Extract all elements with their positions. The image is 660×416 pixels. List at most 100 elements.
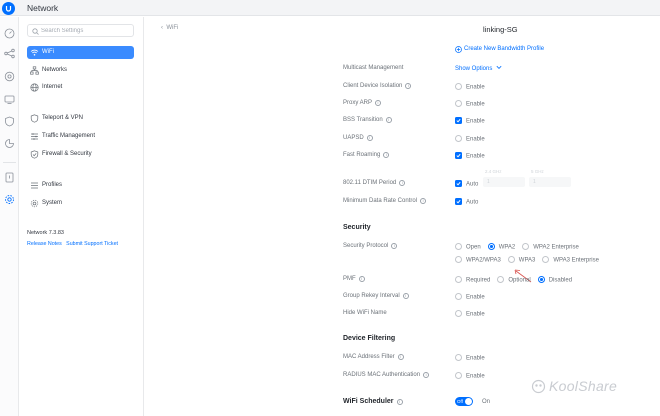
info-icon[interactable]: i [375,100,382,106]
app-rail [0,17,19,416]
release-notes-link[interactable]: Release Notes [27,241,62,247]
sidebar-item-profiles[interactable]: Profiles [27,179,134,192]
security-icon[interactable] [4,116,15,127]
fast-roaming-option[interactable]: Enable [455,152,485,160]
group-rekey-option[interactable]: Enable [455,293,485,301]
bss-transition-value: Enable [466,118,485,125]
submit-support-ticket-link[interactable]: Submit Support Ticket [66,241,118,247]
profiles-icon [31,182,38,189]
koolshare-logo-icon [531,379,546,394]
radio[interactable] [487,243,495,250]
bss-transition-option[interactable]: Enable [455,117,485,125]
sidebar-item-firewall-security[interactable]: Firewall & Security [27,148,134,161]
security-option-wpa2-wpa3[interactable]: WPA2/WPA3 [455,256,501,264]
radius-mac-option[interactable]: Enable [455,372,485,380]
group-rekey-radio[interactable] [455,293,462,300]
clients-icon[interactable] [4,94,15,105]
security-option-wpa2-enterprise[interactable]: WPA2 Enterprise [522,243,579,251]
create-bandwidth-profile-link[interactable]: Create New Bandwidth Profile [455,46,544,53]
topology-icon[interactable] [4,48,15,59]
info-icon[interactable]: i [420,198,427,204]
search-icon [32,28,39,35]
min-data-rate-checkbox[interactable] [455,198,462,205]
radio[interactable] [497,276,505,283]
pmf-option-optional[interactable]: Optional [497,276,531,284]
dtim-auto-checkbox[interactable] [455,180,462,187]
sidebar-item-internet[interactable]: Internet [27,81,134,94]
wifi-scheduler-toggle[interactable]: Off [455,397,473,406]
search-box[interactable] [27,24,134,37]
security-option-wpa3[interactable]: WPA3 [507,256,536,264]
bss-transition-checkbox[interactable] [455,117,462,124]
info-icon[interactable]: i [399,180,406,186]
info-icon[interactable]: i [358,276,365,282]
radio[interactable] [507,256,515,263]
info-icon[interactable]: i [391,243,398,249]
info-icon[interactable]: i [402,293,409,299]
sidebar-item-wifi[interactable]: WiFi [27,46,134,59]
client-isolation-label: Client Device Isolation i [343,83,412,89]
info-icon[interactable]: i [423,372,430,378]
info-icon[interactable]: i [383,152,390,158]
radio[interactable] [455,243,462,250]
hide-wifi-radio[interactable] [455,310,462,317]
radio[interactable] [537,276,545,283]
radio[interactable] [522,243,530,250]
min-data-rate-label: Minimum Data Rate Control i [343,198,427,204]
security-option-wpa3-enterprise[interactable]: WPA3 Enterprise [542,256,599,264]
min-data-rate-option[interactable]: Auto [455,198,478,206]
info-icon[interactable]: i [385,117,392,123]
uapsd-radio[interactable] [455,135,462,142]
proxy-arp-option[interactable]: Enable [455,100,485,108]
breadcrumb[interactable]: ‹ WiFi [161,25,178,31]
pmf-option-disabled[interactable]: Disabled [537,276,572,284]
devices-icon[interactable] [4,71,15,82]
radio[interactable] [542,256,550,263]
proxy-arp-radio[interactable] [455,100,462,107]
wifi-scheduler-text: WiFi Scheduler [343,398,394,405]
radio[interactable] [455,276,462,283]
hide-wifi-option[interactable]: Enable [455,310,485,318]
sidebar-item-traffic-management[interactable]: Traffic Management [27,130,134,143]
dashboard-icon[interactable] [4,28,15,39]
settings-gear-icon[interactable] [4,194,15,205]
breadcrumb-wifi[interactable]: WiFi [166,25,178,31]
dtim-auto-option[interactable]: Auto [455,180,478,188]
pmf-option-required[interactable]: Required [455,276,490,284]
fast-roaming-checkbox[interactable] [455,152,462,159]
fast-roaming-label: Fast Roaming i [343,152,390,158]
wifi-scheduler-state: On [482,399,491,405]
sidebar-item-label: WiFi [42,49,54,55]
client-isolation-option[interactable]: Enable [455,83,485,91]
search-input[interactable] [41,26,131,35]
ubiquiti-logo-icon[interactable] [2,2,15,15]
mac-filter-option[interactable]: Enable [455,354,485,362]
option-label: WPA3 [518,257,536,264]
group-rekey-label: Group Rekey Interval i [343,293,409,299]
mac-filter-label: MAC Address Filter i [343,354,404,360]
option-label: Optional [508,277,531,284]
security-protocol-row2: WPA2/WPA3 WPA3 WPA3 Enterprise [455,256,606,264]
pmf-options: Required Optional Disabled [455,276,579,284]
mac-filter-radio[interactable] [455,354,462,361]
uapsd-option[interactable]: Enable [455,135,485,143]
sidebar-item-teleport-vpn[interactable]: Teleport & VPN [27,112,134,125]
client-isolation-radio[interactable] [455,83,462,90]
info-icon[interactable]: i [397,354,404,360]
info-icon[interactable]: i [405,83,412,89]
security-option-open[interactable]: Open [455,243,481,251]
info-icon[interactable]: i [366,135,373,141]
globe-icon [30,83,39,92]
watermark: KoolShare [531,378,617,394]
insights-icon[interactable] [4,138,15,149]
radio[interactable] [455,256,462,263]
sidebar-item-networks[interactable]: Networks [27,64,134,77]
logs-icon[interactable] [4,172,15,183]
security-option-wpa2[interactable]: WPA2 [487,243,515,251]
sidebar-item-system[interactable]: System [27,197,134,210]
group-rekey-text: Group Rekey Interval [343,293,400,299]
radius-mac-radio[interactable] [455,372,462,379]
info-icon[interactable]: i [396,399,403,405]
show-options-link[interactable]: Show Options [455,65,502,72]
check-icon [456,181,461,186]
